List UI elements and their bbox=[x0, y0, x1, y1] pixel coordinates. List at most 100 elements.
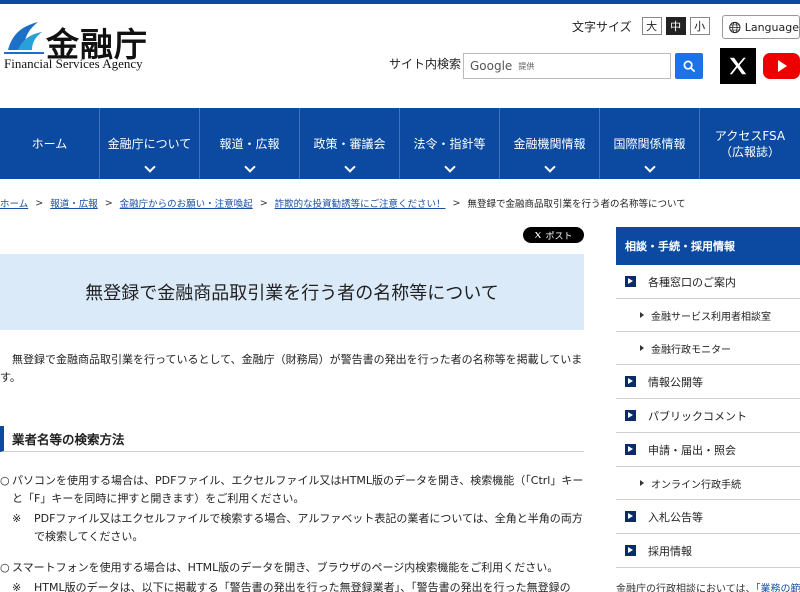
sidebar-item-label: パブリックコメント bbox=[648, 409, 747, 423]
list-item: ○ スマートフォンを使用する場合は、HTML版のデータを開き、ブラウザのページ内… bbox=[0, 559, 584, 577]
note-item: ※ PDFファイル又はエクセルファイルで検索する場合、アルファベット表記の業者に… bbox=[12, 510, 584, 546]
chevron-down-icon bbox=[243, 161, 256, 173]
x-post-button[interactable]: ポスト bbox=[523, 227, 584, 243]
font-size-large-button[interactable]: 大 bbox=[641, 17, 662, 35]
nav-item-laws[interactable]: 法令・指針等 bbox=[400, 108, 500, 179]
nav-label: アクセスFSA（広報誌） bbox=[714, 128, 786, 159]
note-item: ※ HTML版のデータは、以下に掲載する「警告書の発出を行った無登録業者」、「警… bbox=[12, 579, 584, 592]
youtube-play-icon bbox=[777, 60, 787, 72]
sidebar-item-public-comment[interactable]: パブリックコメント bbox=[616, 399, 800, 433]
chevron-down-icon bbox=[343, 161, 356, 173]
sidebar-item-label: 申請・届出・照会 bbox=[648, 443, 736, 457]
nav-item-international[interactable]: 国際関係情報 bbox=[600, 108, 700, 179]
sidebar-footer-link[interactable]: 「業務の範 bbox=[756, 584, 800, 592]
google-provided-label: 提供 bbox=[518, 61, 535, 71]
nav-item-home[interactable]: ホーム bbox=[0, 108, 100, 179]
chevron-down-icon bbox=[443, 161, 456, 173]
youtube-button[interactable] bbox=[763, 53, 800, 79]
sidebar-item-label: 入札公告等 bbox=[648, 510, 703, 524]
nav-item-policy[interactable]: 政策・審議会 bbox=[300, 108, 400, 179]
sidebar-item-label: 金融サービス利用者相談室 bbox=[651, 311, 771, 323]
font-size-medium-button[interactable]: 中 bbox=[665, 17, 686, 35]
nav-label: 報道・広報 bbox=[219, 136, 280, 151]
logo-english-name: Financial Services Agency bbox=[4, 56, 143, 71]
breadcrumb-current: 無登録で金融商品取引業を行う者の名称等について bbox=[467, 199, 686, 210]
sidebar-item-label: 情報公開等 bbox=[648, 375, 703, 389]
triangle-right-icon bbox=[640, 312, 644, 318]
breadcrumb-link-press[interactable]: 報道・広報 bbox=[50, 196, 98, 210]
sidebar: 相談・手続・採用情報 各種窓口のご案内 金融サービス利用者相談室 金融行政モニタ… bbox=[616, 227, 800, 592]
note-text: PDFファイル又はエクセルファイルで検索する場合、アルファベット表記の業者につい… bbox=[34, 512, 583, 543]
sidebar-item-recruitment[interactable]: 採用情報 bbox=[616, 534, 800, 568]
nav-item-about[interactable]: 金融庁について bbox=[100, 108, 200, 179]
arrow-square-icon bbox=[625, 376, 636, 387]
bullet-mark: ○ bbox=[0, 474, 10, 487]
nav-item-press[interactable]: 報道・広報 bbox=[200, 108, 300, 179]
page-title: 無登録で金融商品取引業を行う者の名称等について bbox=[85, 283, 499, 304]
fsa-logo-mark-icon bbox=[4, 22, 44, 54]
top-accent-bar bbox=[0, 0, 800, 4]
section-heading: 業者名等の検索方法 bbox=[0, 426, 584, 452]
intro-paragraph: 無登録で金融商品取引業を行っているとして、金融庁（財務局）が警告書の発出を行った… bbox=[0, 353, 583, 384]
chevron-down-icon bbox=[543, 161, 556, 173]
nav-label: 金融機関情報 bbox=[513, 136, 586, 151]
global-navigation: ホーム 金融庁について 報道・広報 政策・審議会 法令・指針等 金融機関情報 国… bbox=[0, 108, 800, 179]
arrow-square-icon bbox=[625, 545, 636, 556]
breadcrumb: ホーム > 報道・広報 > 金融庁からのお願い・注意喚起 > 詐欺的な投資勧誘等… bbox=[0, 196, 800, 211]
bullet-mark: ○ bbox=[0, 561, 10, 574]
note-text: HTML版のデータは、以下に掲載する「警告書の発出を行った無登録業者」、「警告書… bbox=[34, 581, 571, 592]
breadcrumb-separator-icon: > bbox=[35, 197, 44, 209]
list-item: ○ パソコンを使用する場合は、PDFファイル、エクセルファイル又はHTML版のデ… bbox=[0, 472, 584, 508]
post-label: ポスト bbox=[545, 231, 573, 242]
breadcrumb-link-notices[interactable]: 金融庁からのお願い・注意喚起 bbox=[120, 196, 253, 210]
breadcrumb-separator-icon: > bbox=[452, 197, 461, 209]
font-size-small-button[interactable]: 小 bbox=[689, 17, 710, 35]
sidebar-heading: 相談・手続・採用情報 bbox=[616, 227, 800, 265]
list-item-text: スマートフォンを使用する場合は、HTML版のデータを開き、ブラウザのページ内検索… bbox=[12, 561, 559, 574]
chevron-down-icon bbox=[643, 161, 656, 173]
x-twitter-button[interactable] bbox=[720, 48, 756, 84]
nav-item-institutions[interactable]: 金融機関情報 bbox=[500, 108, 600, 179]
sidebar-subitem-monitor[interactable]: 金融行政モニター bbox=[616, 332, 800, 365]
breadcrumb-link-fraud-warning[interactable]: 詐欺的な投資勧誘等にご注意ください！ bbox=[275, 196, 446, 210]
arrow-square-icon bbox=[625, 444, 636, 455]
sidebar-item-label: 各種窓口のご案内 bbox=[648, 275, 736, 289]
note-mark: ※ bbox=[12, 581, 22, 592]
search-icon bbox=[683, 60, 695, 72]
nav-label: 金融庁について bbox=[107, 136, 192, 151]
sidebar-footer-note: 金融庁の行政相談においては、「業務の範 bbox=[616, 580, 800, 592]
font-size-selector: 文字サイズ 大 中 小 bbox=[572, 17, 710, 35]
language-label: Language bbox=[744, 20, 799, 34]
sidebar-item-disclosure[interactable]: 情報公開等 bbox=[616, 365, 800, 399]
breadcrumb-link-home[interactable]: ホーム bbox=[0, 196, 28, 210]
list-item-text: パソコンを使用する場合は、PDFファイル、エクセルファイル又はHTML版のデータ… bbox=[12, 474, 584, 505]
site-search-input[interactable]: Google 提供 bbox=[463, 53, 671, 79]
search-button[interactable] bbox=[675, 53, 703, 79]
sidebar-subitem-consumer-office[interactable]: 金融サービス利用者相談室 bbox=[616, 299, 800, 332]
sidebar-item-tenders[interactable]: 入札公告等 bbox=[616, 500, 800, 534]
sidebar-item-label: 金融行政モニター bbox=[651, 344, 731, 356]
chevron-down-icon bbox=[143, 161, 156, 173]
note-mark: ※ bbox=[12, 512, 22, 525]
arrow-square-icon bbox=[625, 276, 636, 287]
sidebar-item-contact-windows[interactable]: 各種窓口のご案内 bbox=[616, 265, 800, 299]
sidebar-item-label: オンライン行政手続 bbox=[651, 479, 741, 491]
language-button[interactable]: Language bbox=[722, 15, 800, 39]
sidebar-item-label: 採用情報 bbox=[648, 544, 692, 558]
font-size-label: 文字サイズ bbox=[572, 19, 632, 34]
x-logo-icon bbox=[535, 232, 542, 238]
breadcrumb-separator-icon: > bbox=[259, 197, 268, 209]
breadcrumb-separator-icon: > bbox=[104, 197, 113, 209]
triangle-right-icon bbox=[640, 345, 644, 351]
sidebar-item-applications[interactable]: 申請・届出・照会 bbox=[616, 433, 800, 467]
sidebar-footer-text: 金融庁の行政相談においては、 bbox=[616, 584, 756, 592]
fsa-logo[interactable]: 金融庁 Financial Services Agency bbox=[4, 18, 164, 74]
nav-label: 政策・審議会 bbox=[313, 136, 386, 151]
nav-label: 法令・指針等 bbox=[413, 136, 486, 151]
nav-label: 国際関係情報 bbox=[613, 136, 686, 151]
arrow-square-icon bbox=[625, 410, 636, 421]
sidebar-subitem-online-procedures[interactable]: オンライン行政手続 bbox=[616, 467, 800, 500]
google-label: Google bbox=[470, 59, 513, 73]
nav-item-access-fsa[interactable]: アクセスFSA（広報誌） bbox=[700, 108, 800, 179]
globe-icon bbox=[729, 21, 741, 33]
